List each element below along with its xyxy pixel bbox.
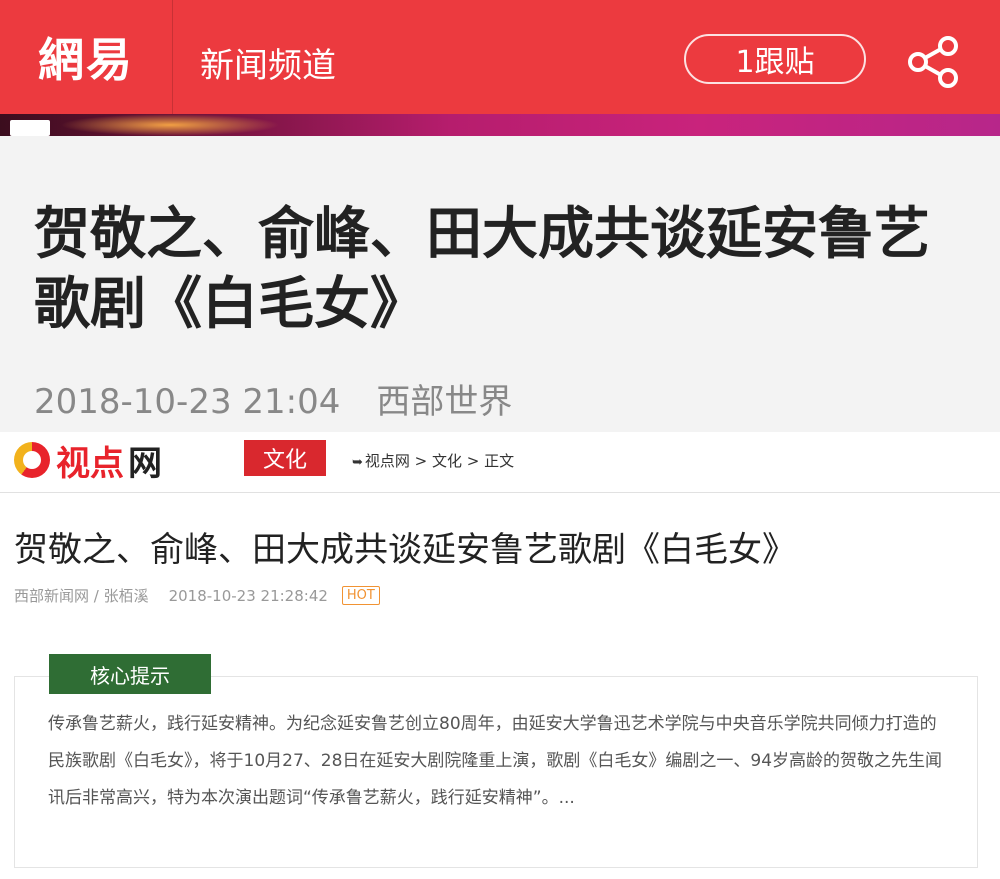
banner-strip xyxy=(0,114,1000,136)
source-article-meta: 西部新闻网 / 张栢溪 2018-10-23 21:28:42 HOT xyxy=(14,585,380,606)
article-source[interactable]: 西部世界 xyxy=(376,382,512,422)
source-article-title: 贺敬之、俞峰、田大成共谈延安鲁艺歌剧《白毛女》 xyxy=(14,530,796,570)
article-meta: 2018-10-23 21:04 西部世界 xyxy=(34,374,512,423)
banner-mark xyxy=(10,120,50,136)
banner-glow xyxy=(60,114,280,136)
article-title: 贺敬之、俞峰、田大成共谈延安鲁艺歌剧《白毛女》 xyxy=(34,202,930,337)
comment-follow-button[interactable]: 1跟贴 xyxy=(684,34,866,84)
category-badge[interactable]: 文化 xyxy=(244,440,326,476)
breadcrumb-text: 视点网 > 文化 > 正文 xyxy=(364,452,515,470)
breadcrumb[interactable]: ➥ 视点网 > 文化 > 正文 xyxy=(352,450,514,471)
summary-text: 传承鲁艺薪火，践行延安精神。为纪念延安鲁艺创立80周年，由延安大学鲁迅艺术学院与… xyxy=(48,714,943,808)
source-datetime: 2018-10-23 21:28:42 xyxy=(168,586,328,605)
logo-black-text: 网 xyxy=(128,443,162,484)
hot-badge: HOT xyxy=(341,586,380,605)
logo-text: 網易 xyxy=(38,33,134,87)
home-arrow-icon: ➥ xyxy=(352,455,363,470)
divider xyxy=(0,492,1000,493)
summary-label: 核心提示 xyxy=(49,654,211,694)
share-icon[interactable] xyxy=(906,34,962,90)
top-header: 網易 新闻频道 1跟贴 xyxy=(0,0,1000,114)
channel-title[interactable]: 新闻频道 xyxy=(200,38,336,87)
logo-red-text: 视点 xyxy=(56,443,124,484)
viewpoint-logo[interactable]: 视点 网 xyxy=(14,440,162,484)
netease-logo[interactable]: 網易 xyxy=(0,0,173,114)
article-datetime: 2018-10-23 21:04 xyxy=(34,382,341,422)
viewpoint-logo-icon xyxy=(14,442,50,478)
source-author: 西部新闻网 / 张栢溪 xyxy=(14,587,149,605)
